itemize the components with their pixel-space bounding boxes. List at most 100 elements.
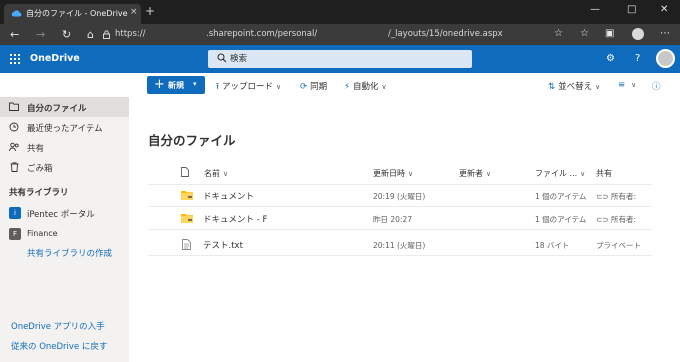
- text-file-icon: [182, 239, 191, 250]
- column-header-modified[interactable]: 更新日時 ∨: [373, 168, 413, 179]
- library-ipentec-portal[interactable]: i iPentec ポータル: [0, 203, 129, 223]
- back-to-classic-link[interactable]: 従来の OneDrive に戻す: [11, 340, 107, 352]
- file-type-header-icon[interactable]: [181, 167, 189, 177]
- automate-icon: ⚡: [344, 82, 350, 92]
- column-label: 共有: [596, 169, 612, 178]
- clock-icon: [9, 122, 19, 132]
- maximize-button[interactable]: □: [627, 4, 636, 16]
- library-finance[interactable]: F Finance: [0, 224, 129, 244]
- info-pane-button[interactable]: ⓘ: [652, 80, 664, 92]
- library-label: Finance: [27, 229, 58, 238]
- refresh-icon[interactable]: ↻: [62, 28, 71, 41]
- reading-list-icon[interactable]: ☆: [580, 28, 589, 40]
- chevron-down-icon: ∨: [486, 170, 492, 178]
- create-shared-library-link[interactable]: 共有ライブラリの作成: [27, 247, 112, 259]
- url-path: /_layouts/15/onedrive.aspx: [388, 29, 503, 39]
- file-modified: 20:19 (火曜日): [373, 192, 426, 201]
- automate-button[interactable]: ⚡ 自動化 ∨: [344, 80, 387, 92]
- settings-gear-icon[interactable]: ⚙: [606, 53, 615, 65]
- nav-item-recycle-bin[interactable]: ごみ箱: [0, 157, 129, 177]
- more-options-icon[interactable]: ⋯: [660, 28, 670, 40]
- column-label: ファイル ...: [535, 169, 578, 178]
- favorite-star-icon[interactable]: ☆: [554, 28, 563, 40]
- file-sharing[interactable]: プライベート: [596, 240, 641, 251]
- minimize-button[interactable]: —: [590, 4, 600, 16]
- chevron-down-icon: ▾: [193, 80, 197, 88]
- browser-profile-avatar[interactable]: [632, 28, 644, 40]
- library-icon: F: [9, 228, 21, 240]
- sync-button[interactable]: ⟳ 同期: [300, 80, 327, 92]
- search-box[interactable]: [208, 50, 472, 68]
- nav-item-label: 最近使ったアイテム: [27, 124, 103, 134]
- file-size: 18 バイト: [535, 241, 570, 250]
- column-header-modified-by[interactable]: 更新者 ∨: [459, 168, 491, 179]
- file-modified: 20:11 (火曜日): [373, 241, 426, 250]
- help-icon[interactable]: ?: [635, 53, 640, 65]
- file-name[interactable]: テスト.txt: [203, 239, 243, 251]
- browser-toolbar: ← → ↻ ⌂ https:// .sharepoint.com/persona…: [0, 24, 680, 45]
- file-row[interactable]: ドキュメント 20:19 (火曜日) 1 個のアイテム ⊂⊃ 所有者:: [148, 185, 652, 207]
- folder-icon: [181, 214, 193, 223]
- url-host: .sharepoint.com/personal/: [206, 29, 318, 39]
- sharing-label: 所有者:: [610, 215, 636, 224]
- back-icon[interactable]: ←: [10, 28, 19, 41]
- get-onedrive-app-link[interactable]: OneDrive アプリの入手: [11, 320, 105, 332]
- file-row[interactable]: テスト.txt 20:11 (火曜日) 18 バイト プライベート: [148, 234, 652, 256]
- close-window-button[interactable]: ✕: [660, 4, 668, 16]
- nav-item-label: 自分のファイル: [27, 104, 87, 114]
- search-input[interactable]: [230, 52, 460, 66]
- list-view-icon: ≡: [618, 80, 626, 90]
- library-label: iPentec ポータル: [27, 210, 95, 220]
- tab-title: 自分のファイル - OneDrive: [26, 9, 128, 18]
- file-row[interactable]: ドキュメント - F 昨日 20:27 1 個のアイテム ⊂⊃ 所有者:: [148, 208, 652, 230]
- sort-label: 並べ替え: [558, 82, 593, 92]
- column-label: 名前: [204, 169, 220, 178]
- nav-item-shared[interactable]: 共有: [0, 137, 129, 157]
- user-avatar[interactable]: [656, 49, 675, 68]
- sharing-label: 所有者:: [610, 192, 636, 201]
- nav-item-my-files[interactable]: 自分のファイル: [0, 97, 129, 117]
- chevron-down-icon: ∨: [580, 170, 586, 178]
- file-size: 1 個のアイテム: [535, 192, 587, 201]
- upload-icon: ⭱: [216, 82, 219, 92]
- lock-icon: [103, 30, 110, 39]
- column-label: 更新者: [459, 169, 483, 178]
- column-header-sharing[interactable]: 共有: [596, 168, 612, 179]
- chevron-down-icon: ∨: [223, 170, 229, 178]
- onedrive-cloud-icon: [11, 10, 22, 17]
- file-sharing[interactable]: ⊂⊃ 所有者:: [596, 214, 636, 225]
- browser-tab[interactable]: 自分のファイル - OneDrive ×: [4, 4, 141, 24]
- nav-item-recent[interactable]: 最近使ったアイテム: [0, 117, 129, 137]
- trash-icon: [10, 162, 19, 172]
- plus-icon: +: [154, 77, 165, 92]
- app-name[interactable]: OneDrive: [30, 53, 80, 64]
- column-header-name[interactable]: 名前 ∨: [204, 168, 228, 179]
- file-sharing[interactable]: ⊂⊃ 所有者:: [596, 191, 636, 202]
- file-modified: 昨日 20:27: [373, 215, 412, 224]
- home-icon[interactable]: ⌂: [87, 28, 94, 41]
- info-icon: ⓘ: [652, 82, 661, 92]
- sort-button[interactable]: ⇅ 並べ替え ∨: [548, 80, 600, 92]
- left-navigation: 自分のファイル 最近使ったアイテム 共有 ごみ箱 共有ライブラリ i iPent…: [0, 97, 129, 362]
- new-button-label: 新規: [168, 81, 184, 90]
- tab-close-icon[interactable]: ×: [130, 7, 138, 17]
- file-name[interactable]: ドキュメント - F: [203, 213, 267, 225]
- forward-icon[interactable]: →: [36, 28, 45, 41]
- nav-item-label: ごみ箱: [27, 164, 53, 174]
- browser-tab-bar: 自分のファイル - OneDrive × + — □ ✕: [0, 0, 680, 24]
- chevron-down-icon: ∨: [631, 81, 637, 89]
- new-button[interactable]: + 新規 ▾: [147, 76, 205, 94]
- column-header-size[interactable]: ファイル ... ∨: [535, 168, 585, 179]
- chevron-down-icon: ∨: [408, 170, 414, 178]
- upload-button[interactable]: ⭱ アップロード ∨: [216, 80, 281, 95]
- file-name[interactable]: ドキュメント: [203, 190, 254, 202]
- onedrive-window: 自分のファイル - OneDrive × + — □ ✕ ← → ↻ ⌂ htt…: [0, 0, 680, 362]
- people-icon: [9, 142, 19, 152]
- chevron-down-icon: ∨: [276, 83, 282, 91]
- collections-icon[interactable]: ▣: [605, 28, 614, 40]
- new-tab-button[interactable]: +: [145, 4, 155, 18]
- view-options-button[interactable]: ≡ ∨: [618, 80, 636, 90]
- folder-icon: [181, 191, 193, 200]
- app-launcher-icon[interactable]: [10, 54, 20, 64]
- sort-icon: ⇅: [548, 82, 556, 92]
